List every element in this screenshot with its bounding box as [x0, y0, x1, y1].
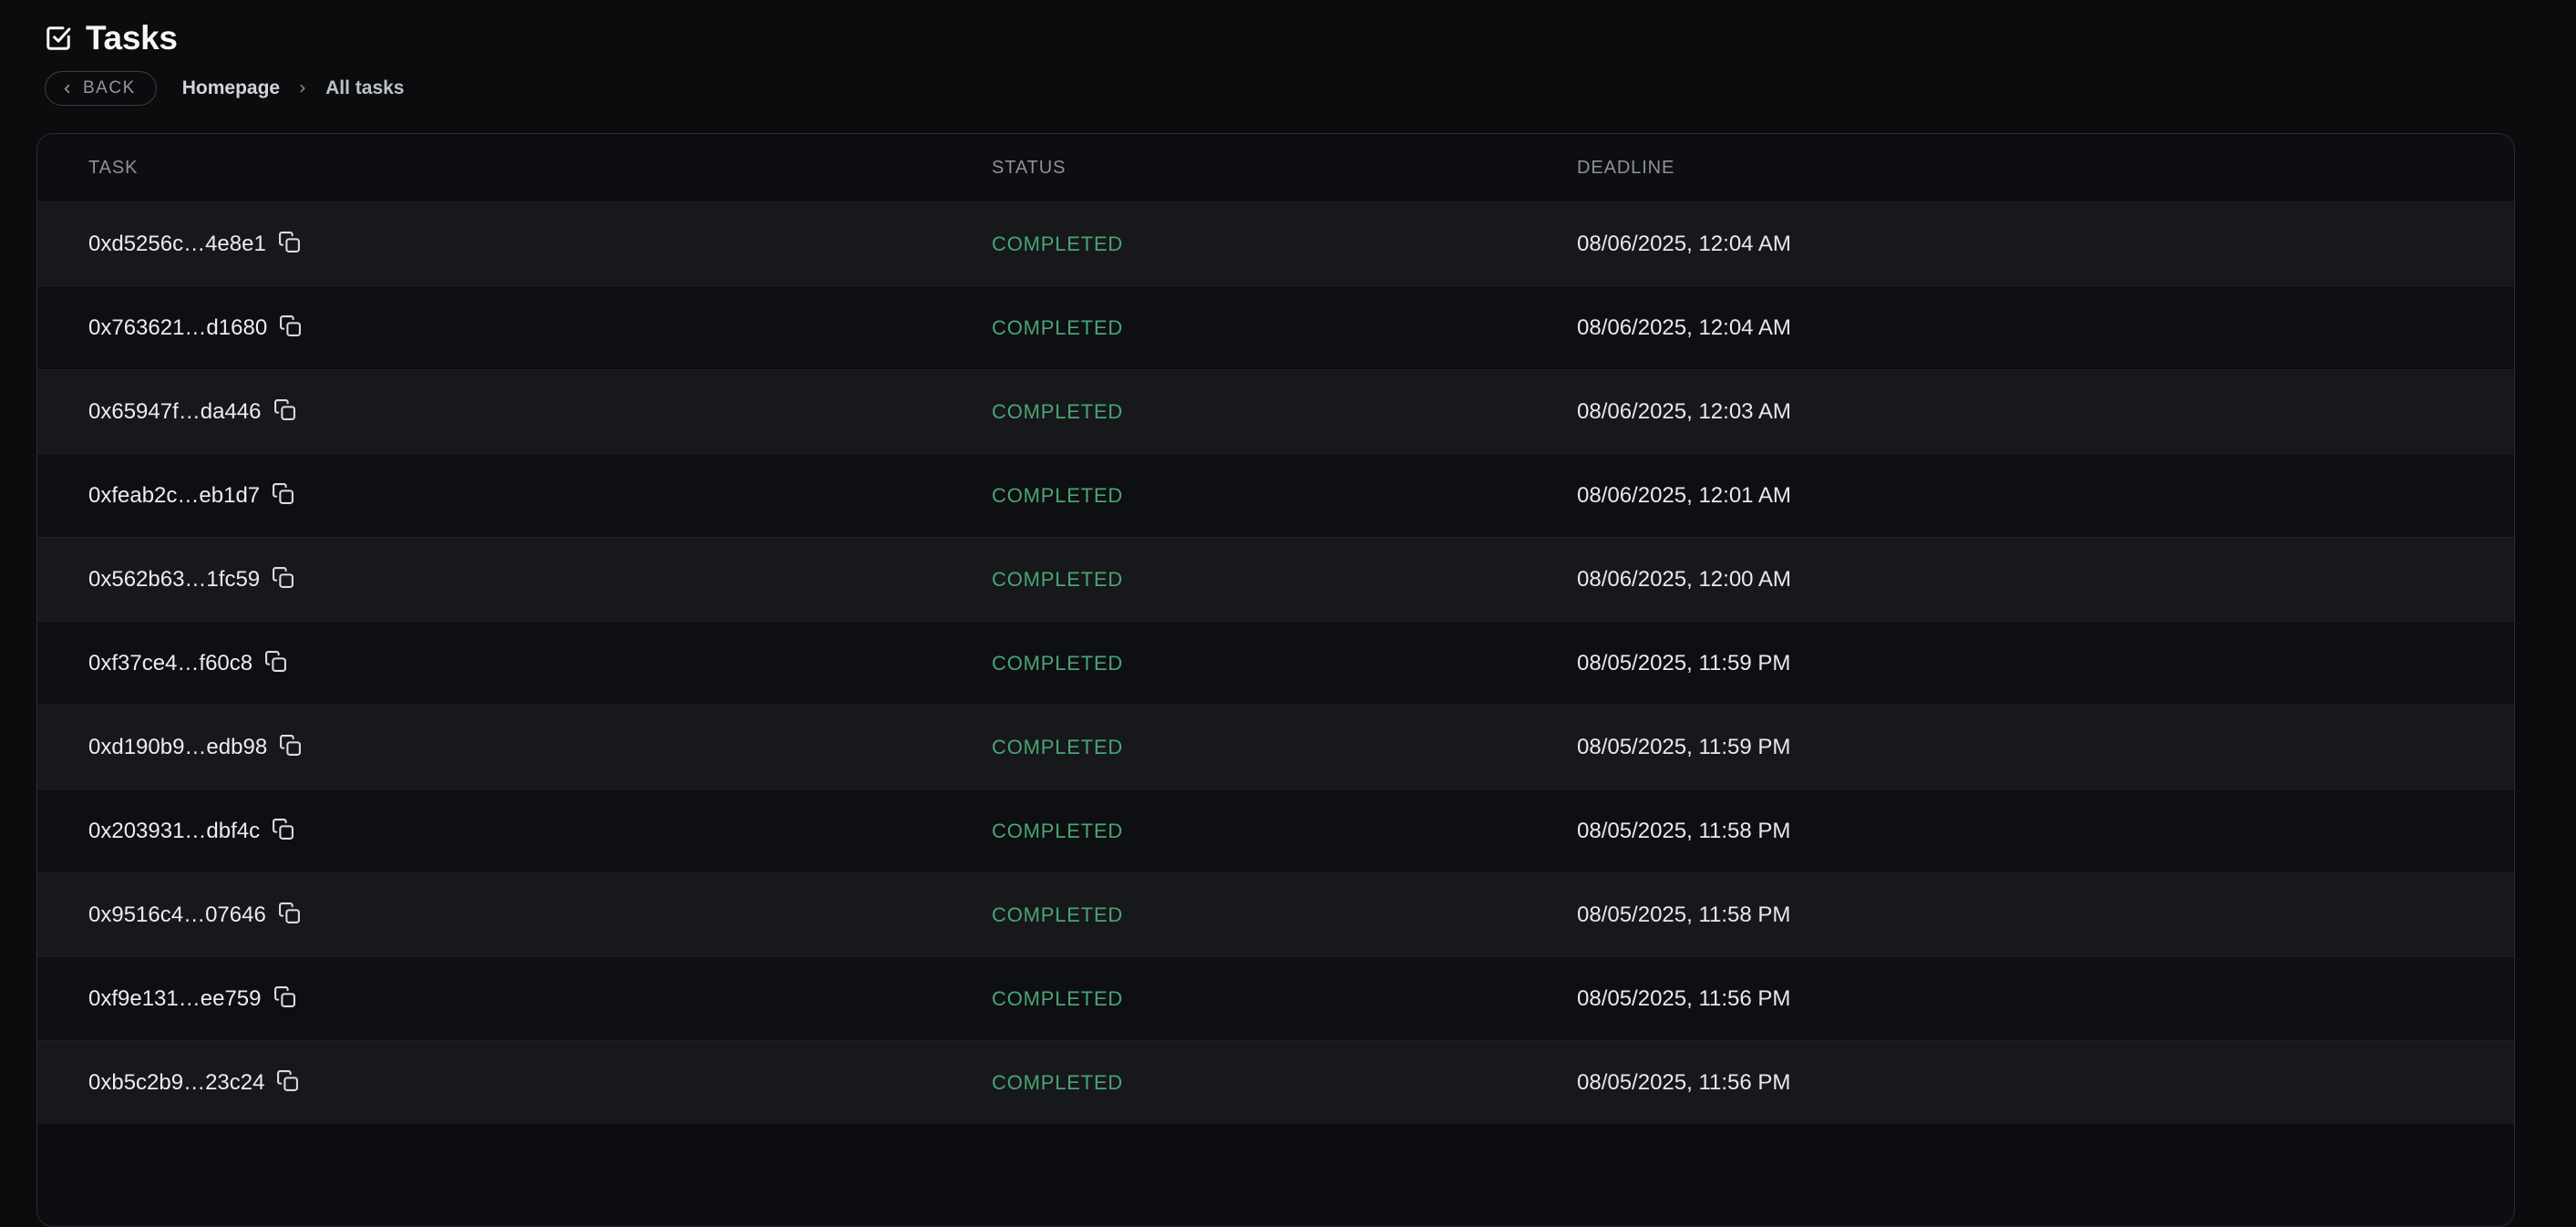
column-header-status: STATUS	[992, 158, 1577, 179]
task-hash: 0xd5256c…4e8e1	[88, 232, 266, 257]
back-button[interactable]: BACK	[45, 71, 157, 106]
task-hash: 0x562b63…1fc59	[88, 567, 260, 593]
copy-button[interactable]	[276, 1069, 299, 1092]
task-cell: 0xfeab2c…eb1d7	[37, 483, 992, 509]
status-badge: COMPLETED	[992, 903, 1577, 927]
deadline-text: 08/05/2025, 11:58 PM	[1577, 902, 2514, 928]
page-header: Tasks BACK Homepage All tasks	[0, 0, 2576, 106]
deadline-text: 08/05/2025, 11:58 PM	[1577, 819, 2514, 844]
copy-button[interactable]	[272, 566, 294, 589]
task-cell: 0xb5c2b9…23c24	[37, 1070, 992, 1096]
copy-icon	[273, 398, 296, 421]
status-badge: COMPLETED	[992, 316, 1577, 340]
back-button-label: BACK	[83, 78, 136, 98]
copy-button[interactable]	[279, 734, 302, 757]
status-badge: COMPLETED	[992, 232, 1577, 256]
tasks-table-card: TASK STATUS DEADLINE 0xd5256c…4e8e1 COMP…	[36, 133, 2515, 1227]
table-row: 0x203931…dbf4c COMPLETED 08/05/2025, 11:…	[37, 789, 2514, 872]
task-hash: 0xf9e131…ee759	[88, 986, 262, 1012]
deadline-text: 08/05/2025, 11:59 PM	[1577, 651, 2514, 676]
copy-button[interactable]	[273, 985, 296, 1008]
task-cell: 0x65947f…da446	[37, 399, 992, 425]
status-badge: COMPLETED	[992, 652, 1577, 675]
copy-icon	[278, 902, 301, 924]
task-hash: 0xd190b9…edb98	[88, 735, 267, 760]
deadline-text: 08/06/2025, 12:01 AM	[1577, 483, 2514, 509]
check-square-icon	[45, 25, 72, 52]
copy-button[interactable]	[272, 818, 294, 840]
table-row: 0x9516c4…07646 COMPLETED 08/05/2025, 11:…	[37, 872, 2514, 956]
status-badge: COMPLETED	[992, 736, 1577, 759]
deadline-text: 08/06/2025, 12:00 AM	[1577, 567, 2514, 593]
task-cell: 0xf9e131…ee759	[37, 986, 992, 1012]
status-badge: COMPLETED	[992, 484, 1577, 508]
breadcrumb: Homepage All tasks	[182, 77, 405, 99]
copy-button[interactable]	[264, 650, 287, 673]
copy-button[interactable]	[279, 314, 302, 337]
task-cell: 0xd5256c…4e8e1	[37, 232, 992, 257]
copy-icon	[272, 566, 294, 589]
column-header-deadline: DEADLINE	[1577, 158, 2514, 179]
copy-icon	[279, 314, 302, 337]
nav-row: BACK Homepage All tasks	[45, 71, 2576, 106]
task-cell: 0xf37ce4…f60c8	[37, 651, 992, 676]
deadline-text: 08/06/2025, 12:03 AM	[1577, 399, 2514, 425]
status-badge: COMPLETED	[992, 1071, 1577, 1095]
table-row: 0xf9e131…ee759 COMPLETED 08/05/2025, 11:…	[37, 956, 2514, 1040]
copy-button[interactable]	[278, 902, 301, 924]
chevron-left-icon	[60, 82, 74, 96]
status-badge: COMPLETED	[992, 987, 1577, 1011]
deadline-text: 08/06/2025, 12:04 AM	[1577, 315, 2514, 341]
status-badge: COMPLETED	[992, 820, 1577, 843]
deadline-text: 08/05/2025, 11:59 PM	[1577, 735, 2514, 760]
status-badge: COMPLETED	[992, 568, 1577, 592]
breadcrumb-all-tasks[interactable]: All tasks	[325, 77, 404, 99]
task-cell: 0x763621…d1680	[37, 315, 992, 341]
copy-icon	[276, 1069, 299, 1092]
task-cell: 0x203931…dbf4c	[37, 819, 992, 844]
task-hash: 0x203931…dbf4c	[88, 819, 260, 844]
task-hash: 0x763621…d1680	[88, 315, 267, 341]
task-hash: 0xb5c2b9…23c24	[88, 1070, 264, 1096]
table-row: 0xf37ce4…f60c8 COMPLETED 08/05/2025, 11:…	[37, 621, 2514, 705]
table-header-row: TASK STATUS DEADLINE	[37, 134, 2514, 201]
status-badge: COMPLETED	[992, 400, 1577, 424]
task-cell: 0x562b63…1fc59	[37, 567, 992, 593]
table-body: 0xd5256c…4e8e1 COMPLETED 08/06/2025, 12:…	[37, 201, 2514, 1124]
title-row: Tasks	[45, 20, 2576, 57]
breadcrumb-homepage[interactable]: Homepage	[182, 77, 280, 99]
copy-icon	[279, 734, 302, 757]
table-row: 0xb5c2b9…23c24 COMPLETED 08/05/2025, 11:…	[37, 1040, 2514, 1124]
task-hash: 0xf37ce4…f60c8	[88, 651, 252, 676]
copy-icon	[272, 482, 294, 505]
page-title: Tasks	[86, 19, 178, 57]
table-row: 0x763621…d1680 COMPLETED 08/06/2025, 12:…	[37, 285, 2514, 369]
task-cell: 0xd190b9…edb98	[37, 735, 992, 760]
task-cell: 0x9516c4…07646	[37, 902, 992, 928]
chevron-right-icon	[296, 82, 309, 95]
task-hash: 0x65947f…da446	[88, 399, 262, 425]
table-row: 0x65947f…da446 COMPLETED 08/06/2025, 12:…	[37, 369, 2514, 453]
table-row: 0xd5256c…4e8e1 COMPLETED 08/06/2025, 12:…	[37, 201, 2514, 285]
copy-icon	[264, 650, 287, 673]
table-row: 0xfeab2c…eb1d7 COMPLETED 08/06/2025, 12:…	[37, 453, 2514, 537]
copy-button[interactable]	[278, 231, 301, 253]
copy-icon	[272, 818, 294, 840]
table-row: 0xd190b9…edb98 COMPLETED 08/05/2025, 11:…	[37, 705, 2514, 789]
task-hash: 0x9516c4…07646	[88, 902, 266, 928]
column-header-task: TASK	[37, 158, 992, 179]
deadline-text: 08/05/2025, 11:56 PM	[1577, 986, 2514, 1012]
copy-icon	[278, 231, 301, 253]
deadline-text: 08/06/2025, 12:04 AM	[1577, 232, 2514, 257]
copy-button[interactable]	[272, 482, 294, 505]
table-row: 0x562b63…1fc59 COMPLETED 08/06/2025, 12:…	[37, 537, 2514, 621]
copy-button[interactable]	[273, 398, 296, 421]
copy-icon	[273, 985, 296, 1008]
deadline-text: 08/05/2025, 11:56 PM	[1577, 1070, 2514, 1096]
task-hash: 0xfeab2c…eb1d7	[88, 483, 260, 509]
